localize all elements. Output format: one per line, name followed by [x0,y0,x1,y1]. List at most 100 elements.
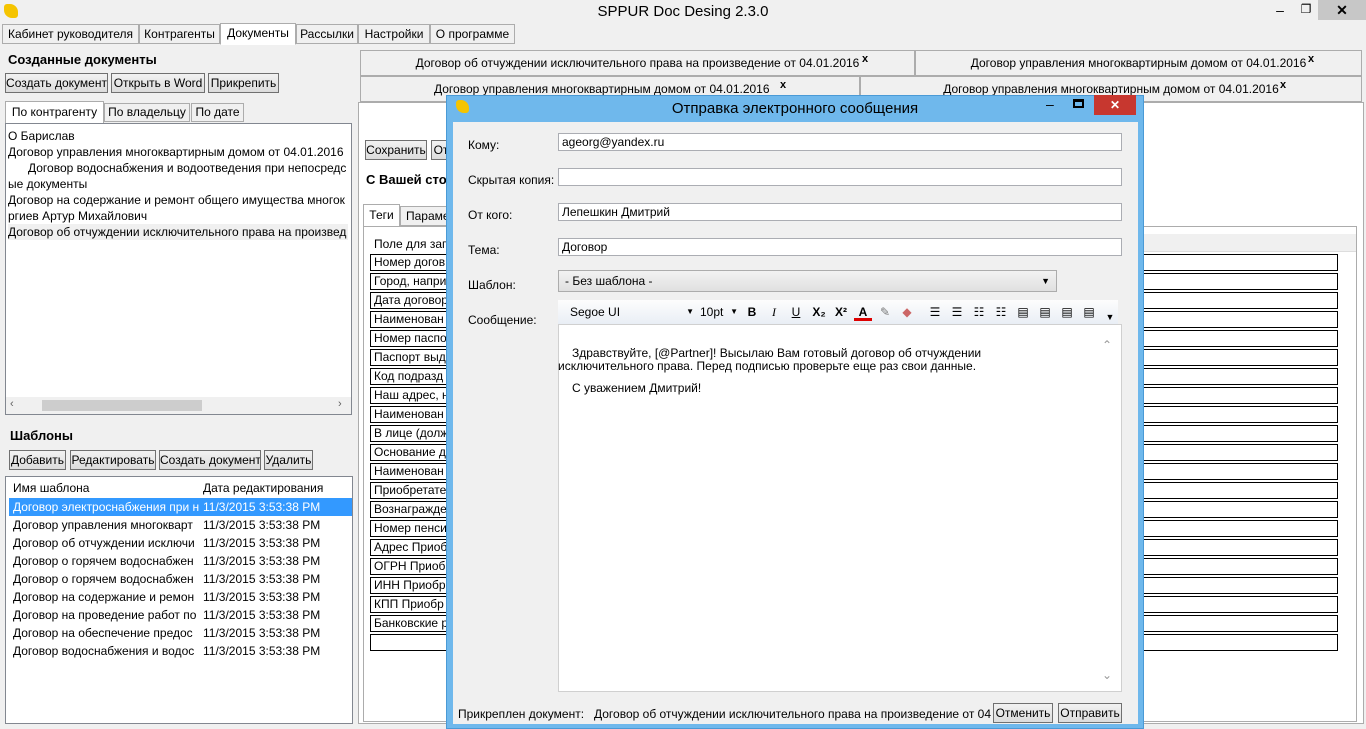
field-cell[interactable]: Основание д [370,444,448,461]
tab-documents[interactable]: Документы [220,23,296,45]
field-value-cell[interactable] [1140,387,1338,404]
outdent-icon[interactable]: ☰ [926,303,944,321]
field-cell[interactable]: Наш адрес, н [370,387,448,404]
field-cell[interactable]: КПП Приобр [370,596,448,613]
table-row[interactable]: Договор об отчуждении исключи 11/3/2015 3… [9,534,352,552]
subject-field[interactable]: Договор [558,238,1122,256]
font-select[interactable]: Segoe UI ▼ [566,303,696,321]
created-docs-tree[interactable]: О Бариcлав Договор управления многокварт… [5,123,352,415]
edit-template-button[interactable]: Редактировать [70,450,156,470]
field-value-cell[interactable] [1140,558,1338,575]
field-value-cell[interactable] [1140,596,1338,613]
open-in-word-button[interactable]: Открыть в Word [111,73,205,93]
cancel-button[interactable]: Отменить [993,703,1053,723]
send-button[interactable]: Отправить [1058,703,1122,723]
field-value-cell[interactable] [1140,330,1338,347]
eraser-icon[interactable]: ◆ [898,303,916,321]
field-value-cell[interactable] [1140,292,1338,309]
horizontal-scrollbar[interactable]: ‹ › [6,397,351,414]
subtab-by-contractor[interactable]: По контрагенту [5,101,104,123]
field-cell[interactable]: Вознагражде [370,501,448,518]
col-header-name[interactable]: Имя шаблона [13,481,89,495]
tab-mailings[interactable]: Рассылки [296,24,358,44]
col-header-date[interactable]: Дата редактирования [203,481,323,495]
field-cell[interactable]: Наименован [370,406,448,423]
field-value-cell[interactable] [1140,577,1338,594]
scroll-up-icon[interactable]: ⌃ [1102,338,1112,352]
justify-icon[interactable]: ▤ [1080,303,1098,321]
message-editor[interactable] [558,324,1122,692]
field-value-cell[interactable] [1140,501,1338,518]
subtab-by-owner[interactable]: По владельцу [104,103,190,122]
dialog-maximize-icon[interactable] [1073,99,1084,108]
tree-item[interactable]: ргиев Артур Михайлович [8,208,348,224]
maximize-icon[interactable]: ❐ [1294,2,1318,18]
field-value-cell[interactable] [1140,482,1338,499]
table-row-selected[interactable]: Договор электроснабжения при н 11/3/2015 … [9,498,352,516]
highlight-icon[interactable]: ✎ [876,303,894,321]
field-cell[interactable]: ИНН Приобр [370,577,448,594]
tab-settings[interactable]: Настройки [358,24,430,44]
field-cell[interactable]: ОГРН Приоб [370,558,448,575]
bold-button[interactable]: B [744,303,760,321]
from-field[interactable]: Лепешкин Дмитрий [558,203,1122,221]
field-cell[interactable]: Город, напри [370,273,448,290]
table-row[interactable]: Договор водоснабжения и водос 11/3/2015 3… [9,642,352,660]
field-value-cell[interactable] [1140,368,1338,385]
underline-button[interactable]: U [788,303,804,321]
template-select[interactable]: - Без шаблона - ▼ [558,270,1057,292]
field-value-cell[interactable] [1140,615,1338,632]
scroll-down-icon[interactable]: ⌄ [1102,668,1112,682]
align-left-icon[interactable]: ▤ [1014,303,1032,321]
table-row[interactable]: Договор управления многокварт 11/3/2015 3… [9,516,352,534]
field-value-cell[interactable] [1140,444,1338,461]
save-button[interactable]: Сохранить [365,140,427,160]
doc-tab-2-close-icon[interactable]: x [1308,53,1314,65]
to-field[interactable]: ageorg@yandex.ru [558,133,1122,151]
table-row[interactable]: Договор на обеспечение предос 11/3/2015 3… [9,624,352,642]
table-row[interactable]: Договор о горячем водоснабжен 11/3/2015 3… [9,570,352,588]
tab-about[interactable]: О программе [430,24,515,44]
field-cell[interactable]: Номер пенси [370,520,448,537]
attach-button[interactable]: Прикрепить [208,73,279,93]
field-value-cell[interactable] [1140,463,1338,480]
dialog-minimize-icon[interactable]: – [1046,96,1054,112]
delete-template-button[interactable]: Удалить [264,450,313,470]
field-value-cell-empty[interactable] [1140,634,1338,651]
align-right-icon[interactable]: ▤ [1058,303,1076,321]
field-cell[interactable]: Номер паспо [370,330,448,347]
table-row[interactable]: Договор на содержание и ремон 11/3/2015 3… [9,588,352,606]
italic-button[interactable]: I [766,303,782,321]
doc-tab-1[interactable]: Договор об отчуждении исключительного пр… [360,50,915,76]
tree-item[interactable]: Договор водоснабжения и водоотведения пр… [28,160,348,176]
doc-tab-3-close-icon[interactable]: x [780,79,786,91]
bullet-list-icon[interactable]: ☷ [970,303,988,321]
dialog-close-icon[interactable]: ✕ [1094,95,1136,115]
tree-item[interactable]: Договор управления многоквартирным домом… [8,144,348,160]
numbered-list-icon[interactable]: ☷ [992,303,1010,321]
editor-tab-params[interactable]: Параме [400,206,450,226]
doc-tab-4-close-icon[interactable]: x [1280,79,1286,91]
subscript-icon[interactable]: X₂ [810,303,828,321]
field-cell-empty[interactable] [370,634,448,651]
size-select[interactable]: 10pt ▼ [698,303,740,321]
scroll-left-icon[interactable]: ‹ [10,398,14,410]
tab-contractors[interactable]: Контрагенты [139,24,220,44]
close-icon[interactable]: ✕ [1318,0,1366,20]
create-from-template-button[interactable]: Создать документ [159,450,261,470]
field-value-cell[interactable] [1140,311,1338,328]
tree-item-selected[interactable]: Договор об отчуждении исключительного пр… [8,224,348,240]
tree-item[interactable]: Договор на содержание и ремонт общего им… [8,192,348,208]
field-cell[interactable]: Дата договор [370,292,448,309]
minimize-icon[interactable]: – [1268,2,1292,18]
tab-manager-cabinet[interactable]: Кабинет руководителя [2,24,139,44]
scroll-thumb[interactable] [42,400,202,411]
field-cell[interactable]: Номер догов [370,254,448,271]
tree-item[interactable]: ые документы [8,176,348,192]
superscript-icon[interactable]: X² [832,303,850,321]
field-cell[interactable]: Код подразд [370,368,448,385]
field-cell[interactable]: Банковские р [370,615,448,632]
field-value-cell[interactable] [1140,273,1338,290]
field-value-cell[interactable] [1140,539,1338,556]
align-center-icon[interactable]: ▤ [1036,303,1054,321]
